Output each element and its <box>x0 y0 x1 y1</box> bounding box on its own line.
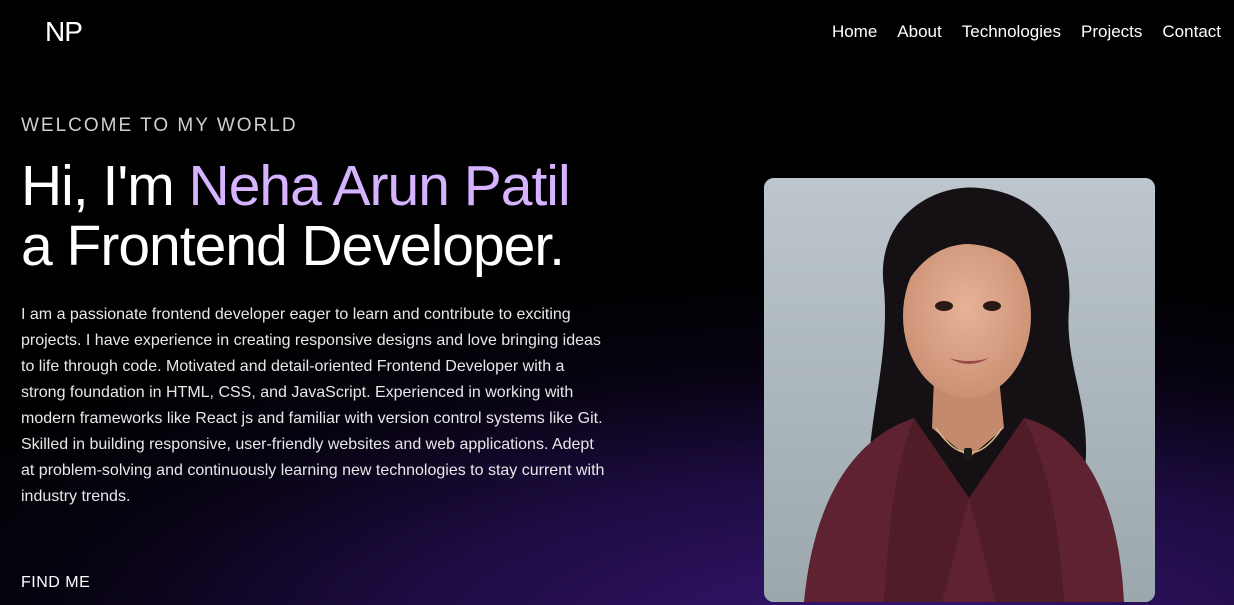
logo[interactable]: NP <box>45 16 83 48</box>
nav-contact[interactable]: Contact <box>1162 22 1221 42</box>
nav-projects[interactable]: Projects <box>1081 22 1142 42</box>
nav-about[interactable]: About <box>897 22 941 42</box>
hero-headline: Hi, I'm Neha Arun Patil a Frontend Devel… <box>21 156 621 276</box>
navbar: NP Home About Technologies Projects Cont… <box>0 0 1234 64</box>
profile-photo <box>764 178 1155 602</box>
nav-home[interactable]: Home <box>832 22 877 42</box>
find-me-label: FIND ME <box>21 574 91 591</box>
role-line: a Frontend Developer. <box>21 214 565 278</box>
developer-name: Neha Arun Patil <box>188 154 571 218</box>
portfolio-page: NP Home About Technologies Projects Cont… <box>0 0 1234 605</box>
bio-paragraph: I am a passionate frontend developer eag… <box>21 306 605 505</box>
greeting-text: Hi, I'm <box>21 154 189 218</box>
profile-portrait-illustration <box>764 178 1155 602</box>
hero-intro: WELCOME TO MY WORLD Hi, I'm Neha Arun Pa… <box>21 114 621 510</box>
welcome-eyebrow: WELCOME TO MY WORLD <box>21 115 298 136</box>
nav-technologies[interactable]: Technologies <box>962 22 1061 42</box>
nav-links: Home About Technologies Projects Contact <box>832 22 1221 42</box>
